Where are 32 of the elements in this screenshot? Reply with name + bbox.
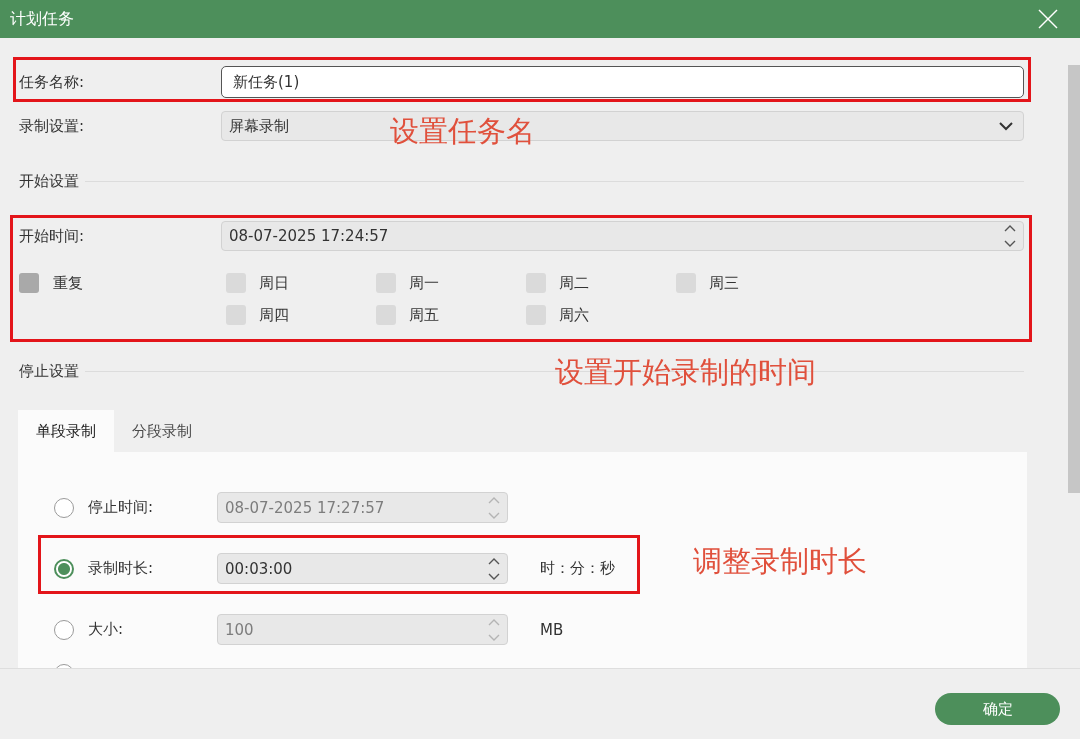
scrollbar-thumb[interactable] <box>1068 65 1080 493</box>
checkbox-label: 周日 <box>259 273 289 293</box>
field-label: 录制设置: <box>19 116 86 136</box>
option-label: 录制时长: <box>88 559 155 578</box>
datetime-field[interactable]: 08-07-2025 17:24:57 <box>221 221 1024 251</box>
annotation-text: 调整录制时长 <box>693 545 867 578</box>
checkbox-label: 周五 <box>409 305 439 325</box>
tab[interactable]: 单段录制 <box>18 410 114 452</box>
window-title: 计划任务 <box>10 8 74 30</box>
field-label: 开始时间: <box>19 226 86 246</box>
unit-label: MB <box>540 620 564 639</box>
checkbox-label: 重复 <box>53 273 83 293</box>
checkbox[interactable] <box>19 273 39 293</box>
section-heading: 开始设置 <box>19 171 79 191</box>
unit-label: 时：分：秒 <box>540 559 615 578</box>
annotation-text: 设置开始录制的时间 <box>555 356 816 389</box>
radio-button[interactable] <box>54 558 74 579</box>
checkbox-label: 周一 <box>409 273 439 293</box>
option-label: 停止时间: <box>88 498 155 517</box>
confirm-button[interactable]: 确定 <box>935 693 1060 725</box>
checkbox-label: 周二 <box>559 273 589 293</box>
option-label: 大小: <box>88 620 125 639</box>
field-label: 任务名称: <box>19 72 86 92</box>
checkbox-label: 周四 <box>259 305 289 325</box>
text-field[interactable]: 新任务(1) <box>221 66 1024 98</box>
checkbox-label: 周六 <box>559 305 589 325</box>
section-heading: 停止设置 <box>19 361 79 381</box>
checkbox-label: 周三 <box>709 273 739 293</box>
tab[interactable]: 分段录制 <box>114 410 210 452</box>
close-icon[interactable] <box>1038 9 1058 29</box>
number-field[interactable]: 00:03:00 <box>217 553 508 584</box>
chevron-down-icon[interactable] <box>999 121 1013 131</box>
